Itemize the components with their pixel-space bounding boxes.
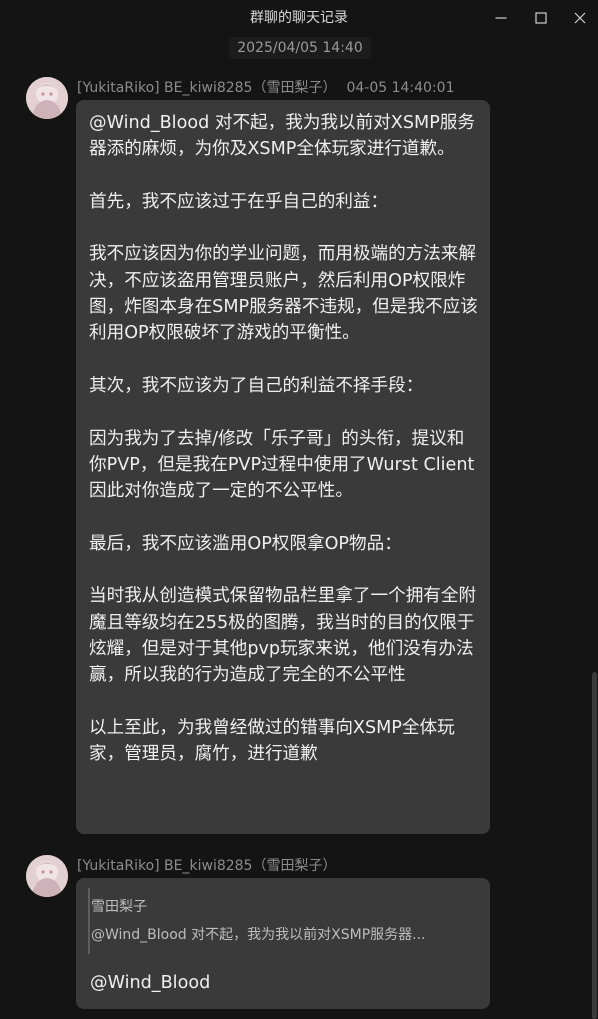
avatar[interactable] [26,77,68,119]
minimize-icon [495,17,507,19]
message-bubble[interactable]: @Wind_Blood 对不起，我为我以前对XSMP服务器添的麻烦，为你及XSM… [76,100,490,834]
avatar-image [26,855,68,897]
scrollbar-thumb[interactable] [592,672,597,1019]
sender-name: [YukitaRiko] BE_kiwi8285（雪田梨子） [77,80,337,96]
title-bar: 群聊的聊天记录 [0,0,598,36]
maximize-icon [535,12,547,24]
sender-name: [YukitaRiko] BE_kiwi8285（雪田梨子） [77,858,337,874]
message-paragraph: 我不应该因为你的学业问题，而用极端的方法来解决，不应该盗用管理员账户，然后利用O… [89,244,478,344]
message-paragraph: 首先，我不应该过于在乎自己的利益： [89,191,389,212]
quote-author: 雪田梨子 [91,899,147,915]
message-paragraph: 当时我从创造模式保留物品栏里拿了一个拥有全附魔且等级均在255极的图腾，我当时的… [89,586,477,686]
close-button[interactable] [557,0,598,36]
date-separator: 2025/04/05 14:40 [229,37,371,59]
message-bubble[interactable]: 雪田梨子 @Wind_Blood 对不起，我为我以前对XSMP服务器... @W… [76,878,490,1009]
quote-text: @Wind_Blood 对不起，我为我以前对XSMP服务器... [91,927,426,943]
message-paragraph: 其次，我不应该为了自己的利益不择手段： [89,375,424,396]
message-sender: [YukitaRiko] BE_kiwi8285（雪田梨子） 04-05 14:4… [77,77,454,97]
message-paragraph: 以上至此，为我曾经做过的错事向XSMP全体玩家，管理员，腐竹，进行道歉 [89,717,455,765]
message-sender: [YukitaRiko] BE_kiwi8285（雪田梨子） [77,855,336,875]
message-text: @Wind_Blood [90,973,211,993]
close-icon [574,12,586,24]
message-paragraph: 因为我为了去掉/修改「乐子哥」的头衔，提议和你PVP，但是我在PVP过程中使用了… [89,428,475,502]
message-time: 04-05 14:40:01 [346,80,455,96]
avatar-image [26,77,68,119]
message-paragraph: 最后，我不应该滥用OP权限拿OP物品： [89,533,402,554]
avatar[interactable] [26,855,68,897]
message-paragraph: @Wind_Blood 对不起，我为我以前对XSMP服务器添的麻烦，为你及XSM… [89,113,475,160]
